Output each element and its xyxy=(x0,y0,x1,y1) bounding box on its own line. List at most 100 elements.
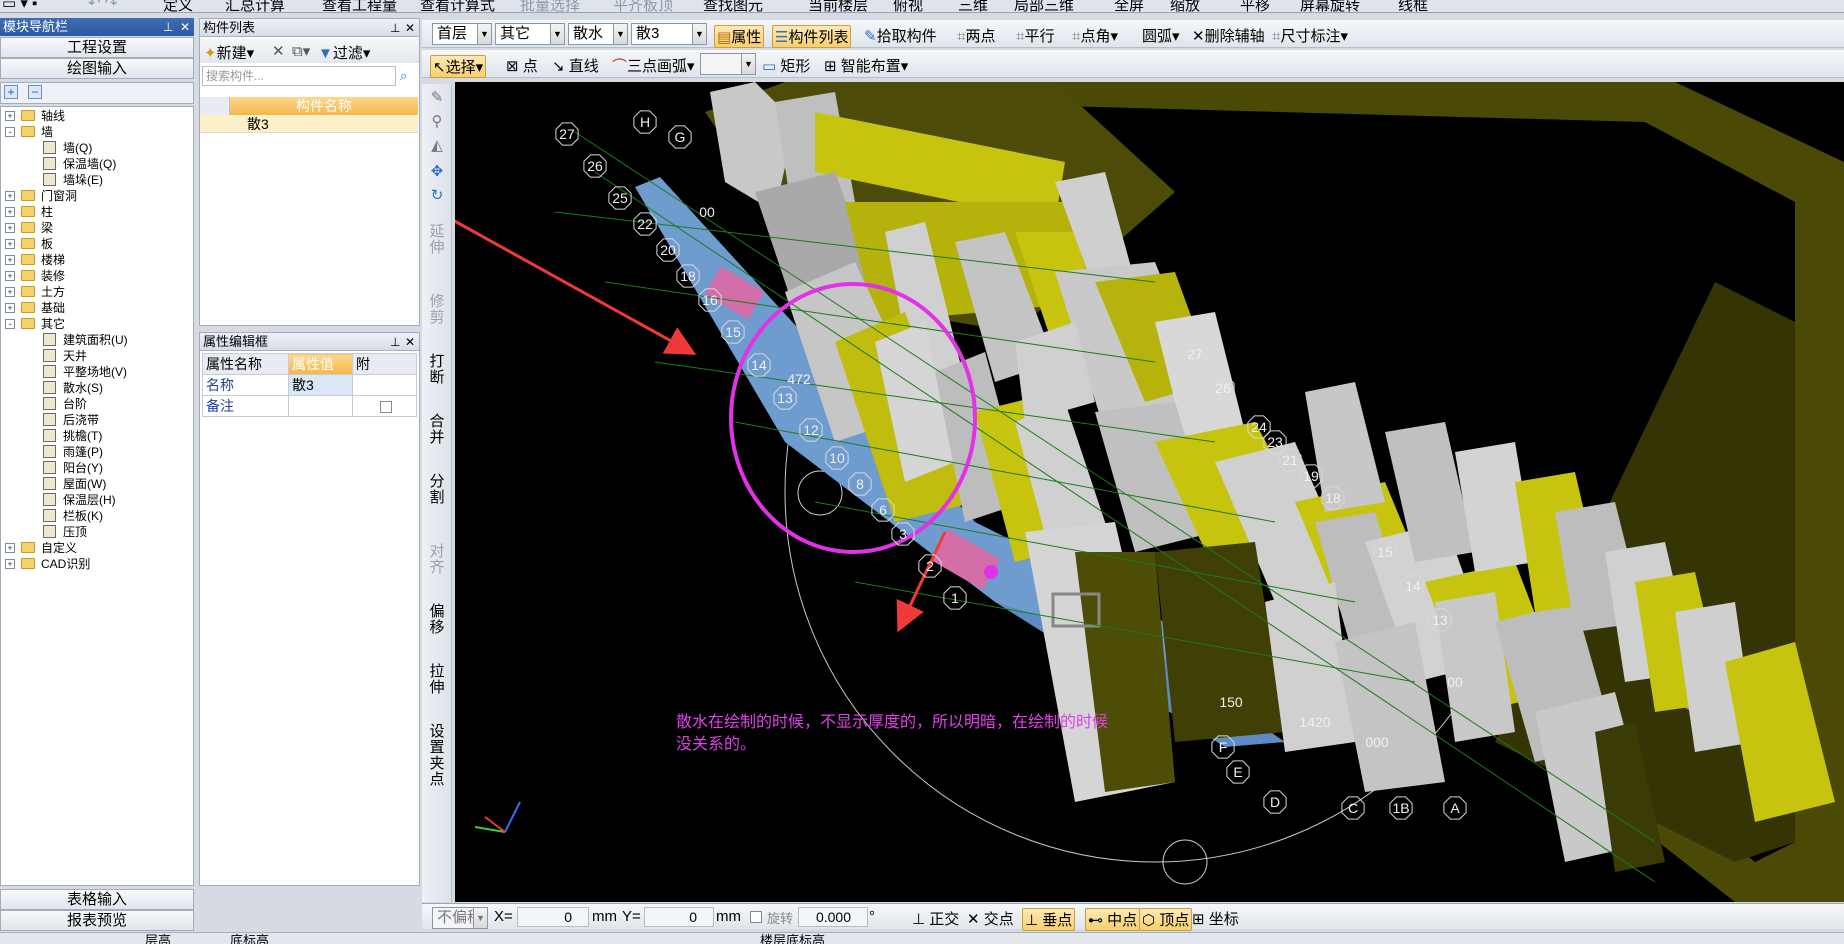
delete-icon[interactable]: ✕ xyxy=(272,42,285,60)
axis-label: 24 xyxy=(1251,419,1267,435)
vtool-1[interactable]: 修剪 xyxy=(429,294,445,326)
close-icon[interactable]: ✕ xyxy=(405,19,415,37)
new-button[interactable]: ✦新建▾ xyxy=(204,42,254,63)
vtool-8[interactable]: 设置夹点 xyxy=(429,724,445,788)
offset-select[interactable]: 不偏移 ▼ xyxy=(432,907,488,929)
arc-mode-select[interactable]: ▼ xyxy=(700,53,756,75)
zoom-button[interactable]: 缩放 xyxy=(1170,0,1200,12)
report-preview-button[interactable]: 报表预览 xyxy=(0,910,194,931)
move-icon[interactable]: ✥ xyxy=(429,164,445,180)
component-list-button[interactable]: ☰构件列表 xyxy=(772,25,852,48)
expand-icon[interactable]: + xyxy=(5,239,15,249)
ortho-button[interactable]: ⊥ 正交 xyxy=(912,908,959,929)
select-button[interactable]: ↖选择▾ xyxy=(430,55,487,78)
view-quantity-button[interactable]: 查看工程量 xyxy=(322,0,397,12)
define-button[interactable]: 定义 xyxy=(163,0,193,12)
expand-icon[interactable]: + xyxy=(5,191,15,201)
rect-button[interactable]: ▭ 矩形 xyxy=(762,55,810,76)
collapse-icon[interactable]: - xyxy=(5,319,15,329)
view-3d-button[interactable]: 三维 xyxy=(958,0,988,12)
two-points-button[interactable]: ⌗两点 xyxy=(957,25,995,46)
project-settings-button[interactable]: 工程设置 xyxy=(0,37,194,58)
pin-icon[interactable]: ⊥ xyxy=(390,19,400,37)
element-select[interactable]: 散3 ▼ xyxy=(631,23,707,45)
current-floor-button[interactable]: 当前楼层 xyxy=(808,0,868,12)
table-input-button[interactable]: 表格输入 xyxy=(0,889,194,910)
vtool-3[interactable]: 合并 xyxy=(429,414,445,446)
properties-button[interactable]: ▤属性 xyxy=(714,25,765,48)
smart-layout-button[interactable]: ⊞ 智能布置▾ xyxy=(824,55,908,76)
category-select[interactable]: 其它 ▼ xyxy=(495,23,565,45)
drawing-canvas[interactable]: 27 26 25 22 20 18 16 15 14 13 12 10 8 6 3 2 1 H G F E D C 1B A 27… xyxy=(455,82,1844,902)
vtool-2[interactable]: 打断 xyxy=(429,354,445,386)
prop-remark-value[interactable] xyxy=(288,395,353,417)
x-input[interactable]: 0 xyxy=(517,907,589,927)
component-row-san3[interactable]: 散3 xyxy=(200,115,418,133)
view-formula-button[interactable]: 查看计算式 xyxy=(420,0,495,12)
delete-aux-button[interactable]: ✕删除辅轴 xyxy=(1192,25,1265,46)
pin-icon[interactable]: ⊥ xyxy=(390,333,400,351)
vtool-0[interactable]: 延伸 xyxy=(429,224,445,256)
fullscreen-button[interactable]: 全屏 xyxy=(1114,0,1144,12)
pick-component-button[interactable]: ✎拾取构件 xyxy=(864,25,937,46)
drawing-input-button[interactable]: 绘图输入 xyxy=(0,58,194,79)
expand-icon[interactable]: + xyxy=(5,543,15,553)
local-3d-button[interactable]: 局部三维 xyxy=(1014,0,1074,12)
expand-icon[interactable]: + xyxy=(5,559,15,569)
point-angle-button[interactable]: ⌗点角▾ xyxy=(1072,25,1118,46)
mirror-icon[interactable]: ◭ xyxy=(429,138,445,154)
perp-button[interactable]: ⊥ 垂点 xyxy=(1022,908,1076,931)
parallel-button[interactable]: ⌗平行 xyxy=(1016,25,1054,46)
top-view-button[interactable]: 俯视 xyxy=(893,0,923,12)
rotate-icon[interactable]: ↻ xyxy=(429,188,445,204)
close-icon[interactable]: ✕ xyxy=(405,333,415,351)
vtool-4[interactable]: 分割 xyxy=(429,474,445,506)
close-icon[interactable]: ✕ xyxy=(180,18,190,36)
intersect-button[interactable]: ✕ 交点 xyxy=(967,908,1014,929)
pin-icon[interactable]: ⊥ xyxy=(163,18,173,36)
three-point-arc-button[interactable]: ⌒三点画弧▾ xyxy=(612,55,695,76)
midpoint-button[interactable]: ⊷ 中点 xyxy=(1085,908,1141,931)
prop-name-value[interactable]: 散3 xyxy=(288,374,353,396)
copy-icon[interactable]: ⧉▾ xyxy=(292,42,310,60)
type-select[interactable]: 散水 ▼ xyxy=(568,23,628,45)
new-file-icon[interactable]: ▭ ▾ ▪ xyxy=(2,0,37,12)
screen-rotate-button[interactable]: 屏幕旋转 xyxy=(1300,0,1360,12)
expand-icon[interactable]: + xyxy=(5,223,15,233)
rotate-input[interactable]: 0.000 xyxy=(798,907,868,927)
vtool-7[interactable]: 拉伸 xyxy=(429,664,445,696)
expand-icon[interactable]: + xyxy=(5,271,15,281)
expand-all-icon[interactable]: + xyxy=(4,85,18,99)
vtool-6[interactable]: 偏移 xyxy=(429,604,445,636)
expand-icon[interactable]: + xyxy=(5,303,15,313)
component-search-input[interactable]: 搜索构件... xyxy=(202,66,396,86)
expand-icon[interactable]: + xyxy=(5,287,15,297)
summary-button[interactable]: 汇总计算 xyxy=(225,0,285,12)
pen-icon[interactable]: ✎ xyxy=(429,90,445,106)
expand-icon[interactable]: + xyxy=(5,255,15,265)
line-button[interactable]: ↘ 直线 xyxy=(552,55,599,76)
attach-checkbox[interactable] xyxy=(380,401,392,414)
y-input[interactable]: 0 xyxy=(644,907,714,927)
vtool-5[interactable]: 对齐 xyxy=(429,544,445,576)
collapse-all-icon[interactable]: − xyxy=(28,85,42,99)
pan-button[interactable]: 平移 xyxy=(1240,0,1270,12)
collapse-icon[interactable]: - xyxy=(5,127,15,137)
point-button[interactable]: ⊠ 点 xyxy=(506,55,538,76)
wireframe-button[interactable]: 线框 xyxy=(1398,0,1428,12)
filter-button[interactable]: ▼过滤▾ xyxy=(318,42,370,63)
coords-button[interactable]: ⊞ 坐标 xyxy=(1192,908,1239,929)
vertex-button[interactable]: ⬡ 顶点 xyxy=(1139,908,1193,931)
arc-button[interactable]: 圆弧▾ xyxy=(1142,25,1180,46)
copy-icon[interactable]: ⚲ xyxy=(429,114,445,130)
undo-icon[interactable]: ↶ ↷ xyxy=(88,0,117,12)
find-element-button[interactable]: 查找图元 xyxy=(703,0,763,12)
floor-select[interactable]: 首层 ▼ xyxy=(432,23,492,45)
expand-icon[interactable]: + xyxy=(5,111,15,121)
search-icon[interactable]: ⌕ xyxy=(400,68,407,84)
rotate-checkbox[interactable] xyxy=(750,911,762,923)
dimension-button[interactable]: ⌗尺寸标注▾ xyxy=(1272,25,1348,46)
batch-select-button[interactable]: 批量选择 xyxy=(520,0,580,12)
expand-icon[interactable]: + xyxy=(5,207,15,217)
align-slab-button[interactable]: 平齐板顶 xyxy=(613,0,673,12)
